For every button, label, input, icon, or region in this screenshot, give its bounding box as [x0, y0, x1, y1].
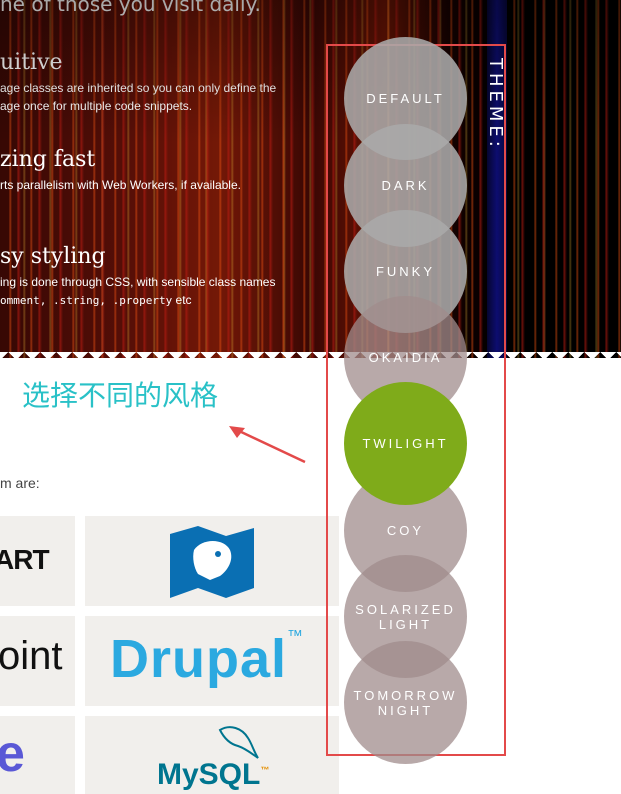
feature-desc: rts parallelism with Web Workers, if ava… — [0, 176, 241, 194]
hero-section: he of those you visit daily. uitive age … — [0, 0, 621, 358]
drupal-wordmark: Drupal — [110, 629, 288, 689]
feature-intuitive: uitive age classes are inherited so you … — [0, 50, 276, 115]
logo-text: ART — [0, 544, 50, 575]
theme-option-label: COY — [386, 523, 425, 538]
theme-option-label: TWILIGHT — [362, 436, 449, 451]
theme-option-tomorrow-night[interactable]: TOMORROW NIGHT — [344, 641, 467, 764]
feature-line: age once for multiple code snippets. — [0, 99, 193, 113]
logo-partial-e[interactable]: e — [0, 716, 75, 794]
logo-mysql[interactable]: MySQL™ — [85, 716, 339, 794]
trademark: ™ — [260, 765, 270, 775]
mysql-wordmark: MySQL — [157, 758, 261, 791]
hero-top-line: he of those you visit daily. — [0, 0, 261, 16]
theme-option-label: DARK — [381, 178, 430, 193]
feature-fast: zing fast rts parallelism with Web Worke… — [0, 147, 241, 194]
feature-title: zing fast — [0, 147, 96, 172]
theme-option-label: OKAIDIA — [368, 350, 443, 365]
theme-option-label: DEFAULT — [366, 91, 445, 106]
logo-text: oint — [0, 634, 63, 678]
theme-option-label: SOLARIZED LIGHT — [355, 601, 456, 632]
feature-desc: age classes are inherited so you can onl… — [0, 79, 276, 115]
trademark: ™ — [287, 628, 305, 645]
logo-sitepoint[interactable]: oint — [0, 616, 75, 706]
theme-label: THEME: — [485, 58, 506, 151]
zigzag-edge — [0, 344, 621, 358]
theme-option-label: TOMORROW NIGHT — [353, 687, 458, 718]
feature-line: ing is done through CSS, with sensible c… — [0, 275, 276, 289]
annotation-arrow-icon — [229, 426, 306, 464]
logo-drupal-lion[interactable] — [85, 516, 339, 606]
feature-line: age classes are inherited so you can onl… — [0, 81, 277, 95]
logo-drupal[interactable]: Drupal™ — [85, 616, 339, 706]
hero-background — [0, 0, 621, 358]
drupal-lion-icon — [170, 526, 254, 598]
feature-title: uitive — [0, 50, 63, 75]
logo-text: e — [0, 725, 25, 783]
theme-option-twilight[interactable]: TWILIGHT — [344, 382, 467, 505]
logo-text: MySQL™ — [157, 758, 269, 792]
feature-code: omment, .string, .property — [0, 294, 173, 307]
logo-text: Drupal™ — [110, 628, 304, 690]
theme-option-label: FUNKY — [375, 264, 436, 279]
logo-smashing[interactable]: ART — [0, 516, 75, 606]
feature-title: sy styling — [0, 244, 106, 269]
feature-line: rts parallelism with Web Workers, if ava… — [0, 178, 241, 192]
dolphin-icon — [218, 726, 259, 759]
feature-styling: sy styling ing is done through CSS, with… — [0, 244, 275, 310]
users-label: m are: — [0, 475, 40, 491]
annotation-text: 选择不同的风格 — [22, 379, 219, 412]
feature-desc: ing is done through CSS, with sensible c… — [0, 273, 275, 310]
feature-code-suffix: etc — [172, 293, 192, 307]
